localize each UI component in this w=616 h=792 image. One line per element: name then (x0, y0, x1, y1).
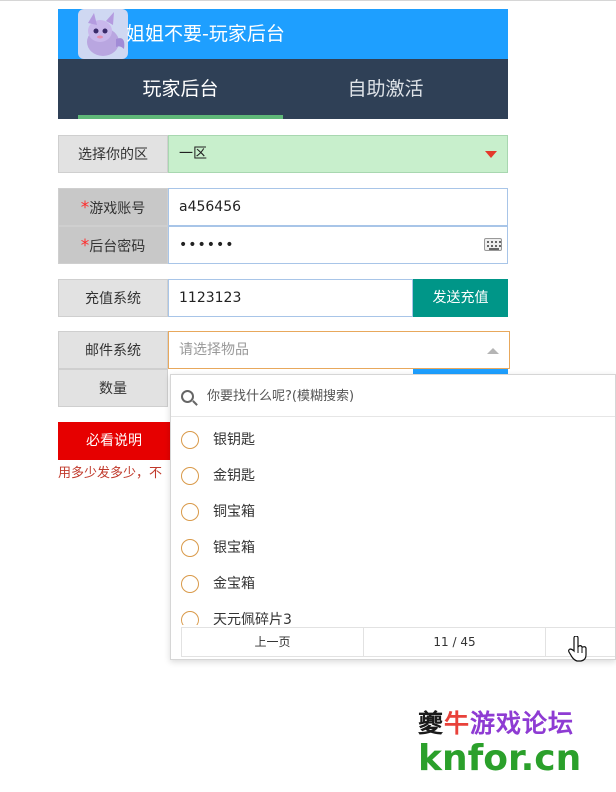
dropdown-list[interactable]: 银钥匙 金钥匙 铜宝箱 银宝箱 金宝箱 天元佩碎片3 (171, 422, 615, 625)
password-input[interactable]: •••••• (168, 226, 508, 264)
list-item[interactable]: 银钥匙 (171, 422, 615, 458)
account-label-text: 游戏账号 (89, 201, 146, 217)
avatar (78, 9, 128, 59)
tab-player-backend[interactable]: 玩家后台 (78, 59, 283, 119)
radio-icon[interactable] (181, 539, 199, 557)
hand-cursor-icon (568, 635, 588, 662)
recharge-row: 充值系统 1123123 发送充值 (58, 279, 508, 317)
list-item[interactable]: 天元佩碎片3 (171, 602, 615, 625)
send-recharge-button[interactable]: 发送充值 (413, 279, 508, 317)
page-indicator: 11 / 45 (364, 628, 546, 656)
password-value: •••••• (179, 237, 235, 253)
watermark-line2: knfor.cn (418, 738, 582, 779)
list-item-label: 金钥匙 (213, 468, 255, 484)
watermark-line1: 夔牛游戏论坛 (418, 709, 575, 738)
mail-row: 邮件系统 请选择物品 (58, 331, 510, 369)
list-item-label: 银钥匙 (213, 432, 255, 448)
list-item-label: 天元佩碎片3 (213, 612, 292, 625)
account-row: *游戏账号 a456456 (58, 188, 508, 226)
keyboard-icon[interactable] (484, 238, 502, 251)
app-header: 姐姐不要-玩家后台 (58, 9, 508, 59)
item-select-placeholder: 请选择物品 (179, 342, 249, 358)
prev-page-button[interactable]: 上一页 (182, 628, 364, 656)
recharge-input[interactable]: 1123123 (168, 279, 413, 317)
list-item[interactable]: 银宝箱 (171, 530, 615, 566)
region-row: 选择你的区 一区 (58, 135, 508, 173)
watermark-logo: 夔牛游戏论坛 knfor.cn (418, 696, 608, 782)
radio-icon[interactable] (181, 503, 199, 521)
region-select[interactable]: 一区 (168, 135, 508, 173)
item-dropdown: 你要找什么呢?(模糊搜索) 银钥匙 金钥匙 铜宝箱 银宝箱 金宝箱 天元佩碎片3… (170, 374, 616, 660)
page-title: 姐姐不要-玩家后台 (126, 23, 285, 45)
list-item[interactable]: 金宝箱 (171, 566, 615, 602)
list-item[interactable]: 铜宝箱 (171, 494, 615, 530)
radio-icon[interactable] (181, 611, 199, 625)
required-mark: * (80, 236, 90, 256)
active-tab-indicator (78, 115, 283, 119)
password-row: *后台密码 •••••• (58, 226, 508, 264)
region-label: 选择你的区 (58, 135, 168, 173)
list-item[interactable]: 金钥匙 (171, 458, 615, 494)
region-value: 一区 (179, 146, 207, 162)
list-item-label: 金宝箱 (213, 576, 255, 592)
notice-text: 用多少发多少，不 (58, 466, 163, 481)
list-item-label: 银宝箱 (213, 540, 255, 556)
caret-down-icon (485, 151, 497, 158)
radio-icon[interactable] (181, 467, 199, 485)
dropdown-pager: 上一页 11 / 45 (181, 627, 615, 657)
item-select[interactable]: 请选择物品 (168, 331, 510, 369)
account-input[interactable]: a456456 (168, 188, 508, 226)
instructions-button[interactable]: 必看说明 (58, 422, 170, 460)
mail-label: 邮件系统 (58, 331, 168, 369)
caret-up-icon (487, 348, 499, 354)
dropdown-search[interactable]: 你要找什么呢?(模糊搜索) (171, 375, 615, 417)
radio-icon[interactable] (181, 431, 199, 449)
top-divider (0, 0, 616, 1)
radio-icon[interactable] (181, 575, 199, 593)
recharge-label: 充值系统 (58, 279, 168, 317)
quantity-label: 数量 (58, 369, 168, 407)
tab-self-activation[interactable]: 自助激活 (283, 59, 488, 119)
dropdown-search-placeholder: 你要找什么呢?(模糊搜索) (207, 389, 355, 404)
list-item-label: 铜宝箱 (213, 504, 255, 520)
tab-bar: 玩家后台 自助激活 (58, 59, 508, 119)
password-label-text: 后台密码 (89, 239, 146, 255)
required-mark: * (80, 198, 90, 218)
search-icon (181, 390, 194, 403)
password-label: *后台密码 (58, 226, 168, 264)
account-label: *游戏账号 (58, 188, 168, 226)
